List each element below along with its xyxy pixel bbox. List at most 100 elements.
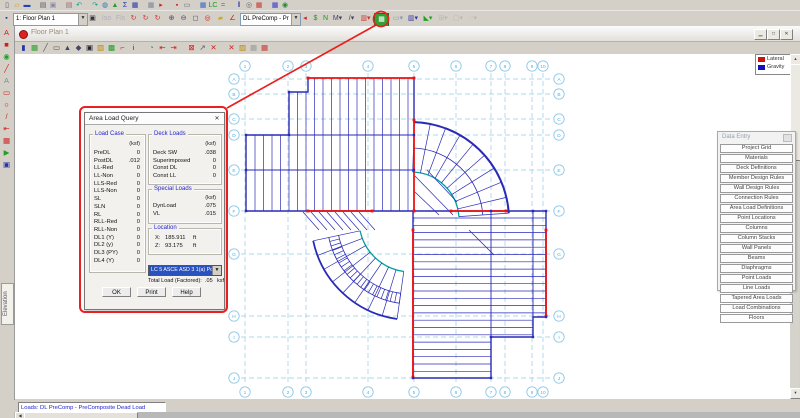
info-icon[interactable]: i (128, 42, 139, 53)
draw-pentagon-icon[interactable]: ◆ (73, 42, 84, 53)
panel-dropdown-icon[interactable]: ▢▾ (451, 13, 465, 24)
load-diagram-icon[interactable]: ∠ (227, 13, 238, 24)
refresh-2-icon[interactable]: ↻ (140, 13, 151, 24)
pencil-icon[interactable]: ▰ (215, 13, 226, 24)
chevron-down-icon[interactable]: ▼ (212, 266, 221, 275)
zoom-window-icon[interactable]: ◻ (190, 13, 201, 24)
data-entry-item-columns[interactable]: Columns (720, 224, 793, 233)
grid-dropdown-icon[interactable]: ⊞▾ (436, 13, 450, 24)
n-green-icon[interactable]: N (321, 13, 330, 24)
red-slash-icon[interactable]: / (1, 111, 12, 122)
horizontal-scrollbar[interactable]: ◀ (14, 412, 800, 418)
arrow-ne-icon[interactable]: ↗ (197, 42, 208, 53)
circle-dropdown-icon[interactable]: ◌▾ (466, 13, 480, 24)
open-folder-icon[interactable]: ▱ (12, 1, 22, 10)
rotate-green-icon[interactable]: ◉ (1, 51, 12, 62)
ok-button[interactable]: OK (102, 287, 131, 297)
table-red-icon[interactable]: ▦ (254, 1, 264, 10)
zoom-target-icon[interactable]: ◎ (202, 13, 213, 24)
dollar-icon[interactable]: $ (311, 13, 320, 24)
extend-left-icon[interactable]: ⇤ (157, 42, 168, 53)
elevation-tab[interactable]: Elevation (1, 283, 14, 325)
data-entry-item-connection-rules[interactable]: Connection Rules (720, 194, 793, 203)
close-icon[interactable]: ✕ (213, 115, 221, 122)
data-entry-item-load-combinations[interactable]: Load Combinations (720, 304, 793, 313)
draw-line-icon[interactable]: ╱ (40, 42, 51, 53)
print-button[interactable]: Print (137, 287, 166, 297)
copy-icon[interactable]: ▣ (48, 1, 58, 10)
red-rect-icon[interactable]: ▭ (1, 87, 12, 98)
data-entry-item-line-loads[interactable]: Line Loads (720, 284, 793, 293)
red-marker-icon[interactable]: ▪ (172, 1, 182, 10)
data-entry-item-area-load-definitions[interactable]: Area Load Definitions (720, 204, 793, 213)
minimize-button[interactable]: ▁ (754, 29, 767, 40)
paste-icon[interactable]: ▤ (64, 1, 74, 10)
solid-red-square-icon[interactable]: ■ (1, 39, 12, 50)
data-entry-item-wall-panels[interactable]: Wall Panels (720, 244, 793, 253)
draw-poly-icon[interactable]: ▲ (62, 42, 73, 53)
blue-note-icon[interactable]: ▣ (1, 159, 12, 170)
chevron-down-icon[interactable]: ▼ (291, 14, 300, 25)
chevron-down-icon[interactable]: ▼ (78, 14, 87, 25)
globe-color-icon[interactable]: ◉ (280, 1, 290, 10)
data-entry-item-project-grid[interactable]: Project Grid (720, 144, 793, 153)
load-combination-selector[interactable]: LC 5 ASCE ASD 3 1(a) Post ▼ (148, 265, 222, 276)
extend-right-icon[interactable]: ⇥ (168, 42, 179, 53)
horizontal-scroll-thumb[interactable] (24, 412, 138, 418)
panel-pin-icon[interactable] (783, 134, 792, 142)
help-button[interactable]: Help (172, 287, 201, 297)
grid-gray-icon[interactable]: ▦ (248, 42, 259, 53)
fls-icon[interactable]: Fls (114, 13, 127, 24)
data-entry-item-point-loads[interactable]: Point Loads (720, 274, 793, 283)
undo-icon[interactable]: ↶ (74, 1, 84, 10)
data-entry-item-tapered-area-loads[interactable]: Tapered Area Loads (720, 294, 793, 303)
refresh-3-icon[interactable]: ↻ (152, 13, 163, 24)
table-blue-icon[interactable]: ▦ (198, 1, 208, 10)
member-dropdown-icon[interactable]: M▾ (331, 13, 344, 24)
zoom-document-icon[interactable]: ◎ (244, 1, 254, 10)
print-icon[interactable]: ▤ (38, 1, 48, 10)
hatch-cell-icon[interactable]: ▨ (95, 42, 106, 53)
apply-load-icon[interactable]: ◂ (300, 13, 310, 24)
column-dropdown-icon[interactable]: ▥▾ (406, 13, 420, 24)
dialog-title-bar[interactable]: Area Load Query ✕ (85, 113, 224, 125)
globe-icon[interactable]: ◍ (100, 1, 110, 10)
pause-icon[interactable]: ‖ (234, 1, 244, 10)
data-entry-item-column-stacks[interactable]: Column Stacks (720, 234, 793, 243)
line-dropdown-icon[interactable]: /▾ (345, 13, 358, 24)
equals-icon[interactable]: = (218, 1, 228, 10)
new-document-icon[interactable]: ▯ (2, 1, 12, 10)
area-loads-icon[interactable]: ▦ (374, 13, 389, 27)
restore-button[interactable]: □ (767, 29, 780, 40)
grid-icon[interactable]: ▦ (146, 1, 156, 10)
zoom-out-icon[interactable]: ⊖ (178, 13, 189, 24)
wall-dropdown-icon[interactable]: ▭▾ (391, 13, 405, 24)
pointer-icon[interactable]: ▮ (18, 42, 29, 53)
window-grid-icon[interactable]: ▦ (130, 1, 140, 10)
iso-icon[interactable]: Iso (100, 13, 113, 24)
red-flag-icon[interactable]: ▸ (156, 1, 166, 10)
red-grid-icon[interactable]: ▦ (1, 135, 12, 146)
beam-dropdown-icon[interactable]: ◣▾ (421, 13, 435, 24)
view-mode-icon[interactable]: ▪ (2, 13, 11, 24)
chart-green-icon[interactable]: ▲ (110, 1, 120, 10)
annotate-a-icon[interactable]: A (1, 27, 12, 38)
data-entry-item-diaphragms[interactable]: Diaphragms (720, 264, 793, 273)
table-blue2-icon[interactable]: ▦ (270, 1, 280, 10)
data-entry-item-deck-definitions[interactable]: Deck Definitions (720, 164, 793, 173)
delete-x2-icon[interactable]: ✕ (226, 42, 237, 53)
save-icon[interactable]: ▬ (22, 1, 32, 10)
grid-red-icon[interactable]: ▦ (259, 42, 270, 53)
grid-green-icon[interactable]: ▦ (29, 42, 40, 53)
deck-dropdown-icon[interactable]: ▥▾ (359, 13, 372, 24)
hatch2-icon[interactable]: ▨ (237, 42, 248, 53)
data-entry-item-beams[interactable]: Beams (720, 254, 793, 263)
scroll-down-icon[interactable]: ▼ (790, 388, 800, 399)
green-cell-icon[interactable]: ▩ (106, 42, 117, 53)
data-entry-item-materials[interactable]: Materials (720, 154, 793, 163)
window-icon[interactable]: ▭ (182, 1, 192, 10)
refresh-1-icon[interactable]: ↻ (128, 13, 139, 24)
redo-icon[interactable]: ↷ (90, 1, 100, 10)
close-button[interactable]: ✕ (780, 29, 793, 40)
gray-a-icon[interactable]: A (1, 75, 12, 86)
